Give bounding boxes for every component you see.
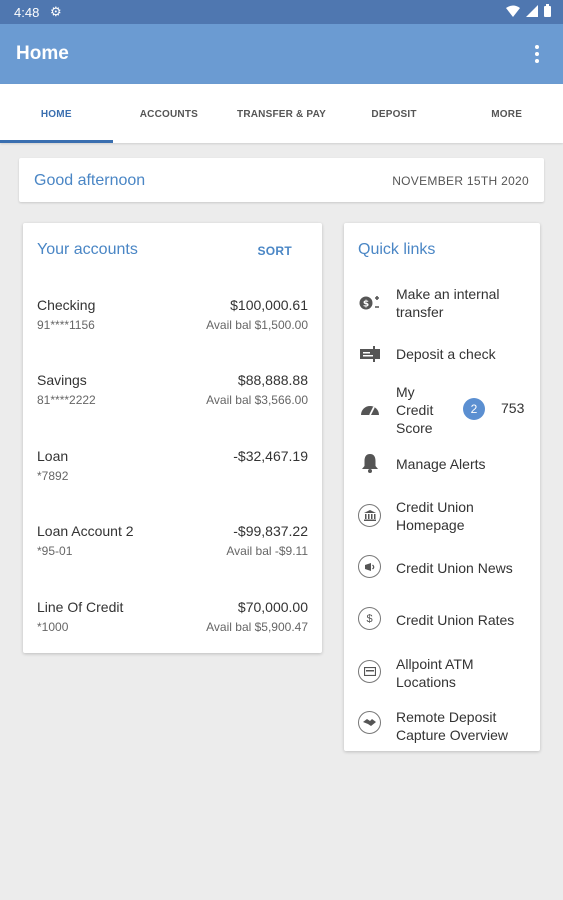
quick-link-credit-score[interactable]: My Credit Score 2 753 [358, 383, 533, 437]
app-bar: Home [0, 24, 563, 84]
account-number: 81****2222 [37, 393, 96, 407]
account-balance: $100,000.61 [230, 297, 308, 313]
account-number: 91****1156 [37, 318, 95, 332]
status-time: 4:48 [14, 5, 40, 20]
quick-link-credit-union-homepage[interactable]: Credit Union Homepage [358, 498, 533, 534]
account-balance: -$32,467.19 [233, 448, 308, 464]
signal-icon [526, 4, 538, 17]
account-name: Savings [37, 372, 87, 388]
account-balance: $88,888.88 [237, 372, 308, 388]
quick-link-label: Credit Union Rates [396, 612, 515, 628]
tab-bar: HOME ACCOUNTS TRANSFER & PAY DEPOSIT MOR… [0, 84, 563, 143]
quick-link-manage-alerts[interactable]: Manage Alerts [358, 453, 533, 477]
bank-icon [358, 504, 381, 527]
quick-link-label: Make an internal transfer [396, 286, 500, 320]
wifi-icon [506, 5, 520, 17]
tab-deposit[interactable]: DEPOSIT [338, 84, 451, 143]
atm-icon [358, 660, 381, 683]
account-name: Loan [37, 448, 69, 464]
quick-link-label: Credit Union News [396, 560, 513, 576]
tab-more[interactable]: MORE [450, 84, 563, 143]
account-row-loan[interactable]: Loan *7892 -$32,467.19 [37, 448, 308, 488]
account-row-line-of-credit[interactable]: Line Of Credit *1000 $70,000.00 Avail ba… [37, 599, 308, 639]
page-title: Home [16, 43, 69, 64]
sort-button[interactable]: SORT [257, 244, 292, 258]
svg-text:$: $ [363, 300, 369, 310]
status-icons [506, 4, 551, 17]
account-name: Loan Account 2 [37, 523, 134, 539]
account-available: Avail bal $5,900.47 [206, 620, 308, 634]
tab-home[interactable]: HOME [0, 84, 113, 143]
credit-score-badge: 2 [463, 398, 485, 420]
dollar-icon: $ [358, 607, 381, 630]
account-name: Checking [37, 297, 96, 313]
greeting-text: Good afternoon [34, 172, 146, 189]
quick-link-deposit-check[interactable]: Deposit a check [358, 343, 533, 367]
quick-link-label: Allpoint ATM Locations [396, 656, 474, 690]
check-deposit-icon [358, 342, 382, 366]
quick-link-label: Credit Union Homepage [396, 499, 474, 533]
account-balance: $70,000.00 [237, 599, 308, 615]
quick-link-credit-union-news[interactable]: Credit Union News [358, 555, 533, 579]
quick-link-allpoint-atm[interactable]: Allpoint ATM Locations [358, 655, 533, 691]
bell-icon [358, 451, 382, 475]
account-available: Avail bal $3,566.00 [206, 393, 308, 407]
battery-icon [544, 4, 551, 17]
account-row-loan-account-2[interactable]: Loan Account 2 *95-01 -$99,837.22 Avail … [37, 523, 308, 563]
quick-link-label: Deposit a check [396, 346, 496, 362]
account-number: *95-01 [37, 544, 73, 558]
account-row-checking[interactable]: Checking 91****1156 $100,000.61 Avail ba… [37, 297, 308, 337]
account-available: Avail bal $1,500.00 [206, 318, 308, 332]
quick-link-remote-deposit-capture[interactable]: Remote Deposit Capture Overview [358, 708, 533, 744]
credit-score-value: 753 [501, 400, 525, 416]
gear-icon: ⚙ [50, 4, 62, 19]
greeting-card: Good afternoon NOVEMBER 15TH 2020 [19, 158, 544, 202]
quick-link-label: Remote Deposit Capture Overview [396, 709, 509, 743]
quick-links-card: Quick links $ Make an internal transfer D… [344, 223, 540, 751]
handshake-icon [358, 711, 381, 734]
quick-links-title: Quick links [358, 241, 436, 258]
account-row-savings[interactable]: Savings 81****2222 $88,888.88 Avail bal … [37, 372, 308, 412]
gauge-icon [358, 397, 382, 421]
account-number: *7892 [37, 469, 69, 483]
account-balance: -$99,837.22 [233, 523, 308, 539]
status-bar: 4:48 ⚙ [0, 0, 563, 24]
quick-link-internal-transfer[interactable]: $ Make an internal transfer [358, 285, 533, 321]
accounts-title: Your accounts [37, 241, 138, 258]
more-vert-icon[interactable] [525, 40, 549, 68]
account-available: Avail bal -$9.11 [226, 544, 308, 558]
quick-link-credit-union-rates[interactable]: $ Credit Union Rates [358, 607, 533, 631]
tab-accounts[interactable]: ACCOUNTS [113, 84, 226, 143]
account-number: *1000 [37, 620, 69, 634]
accounts-card: Your accounts SORT Checking 91****1156 $… [23, 223, 322, 653]
greeting-date: NOVEMBER 15TH 2020 [392, 174, 529, 188]
tab-transfer-pay[interactable]: TRANSFER & PAY [225, 84, 338, 143]
quick-link-label: My Credit Score [396, 384, 434, 436]
transfer-icon: $ [358, 291, 382, 315]
news-icon [358, 555, 381, 578]
account-name: Line Of Credit [37, 599, 124, 615]
quick-link-label: Manage Alerts [396, 456, 486, 472]
